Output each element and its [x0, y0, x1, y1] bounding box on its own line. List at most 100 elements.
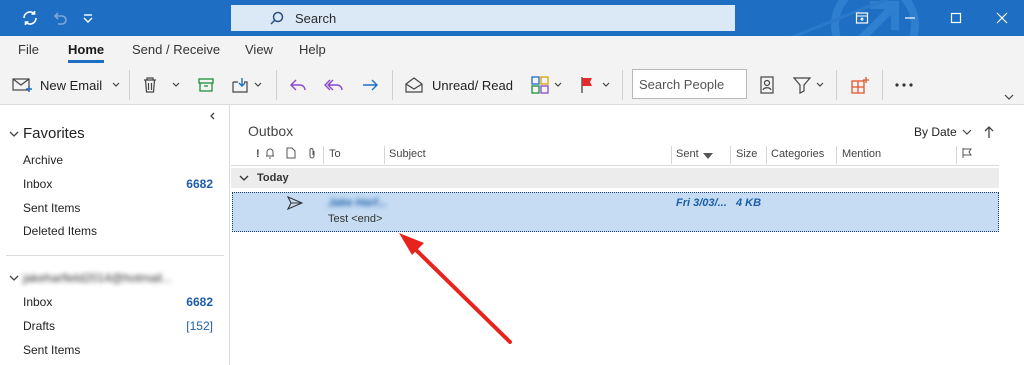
minimize-icon[interactable]	[886, 0, 934, 36]
sync-icon[interactable]	[18, 6, 42, 30]
chevron-down-icon[interactable]	[814, 80, 826, 90]
column-header: ! To Subject Sent Size Categories Mentio…	[231, 144, 999, 166]
more-options-button[interactable]	[894, 72, 914, 98]
chevron-down-icon	[9, 131, 19, 137]
unread-read-label: Unread/ Read	[432, 77, 513, 93]
undo-icon[interactable]	[48, 6, 72, 30]
reminder-icon[interactable]	[264, 147, 276, 162]
subject-column[interactable]: Subject	[389, 148, 426, 160]
archive-button[interactable]	[196, 72, 216, 98]
forward-icon	[363, 79, 378, 91]
favorites-header[interactable]: Favorites	[8, 125, 85, 142]
ribbon-display-icon[interactable]	[838, 0, 886, 36]
chevron-down-icon[interactable]	[170, 80, 182, 90]
tab-home[interactable]: Home	[68, 42, 105, 63]
title-bar: Search	[0, 0, 1024, 36]
ribbon-separator	[392, 70, 393, 100]
ribbon-separator	[622, 70, 623, 100]
account-header[interactable]: jakeharfield2014@hotmail...	[8, 271, 172, 285]
folder-sent-items[interactable]: Sent Items	[23, 343, 213, 357]
message-sent-date: Fri 3/03/...	[676, 197, 727, 209]
reply-icon	[290, 79, 306, 91]
message-row[interactable]: Jake Harf... Test <end> Fri 3/03/... 4 K…	[232, 192, 999, 232]
folder-title: Outbox	[248, 123, 294, 139]
message-size: 4 KB	[736, 197, 762, 209]
document-icon[interactable]	[285, 147, 296, 162]
add-ins-icon	[851, 77, 869, 94]
account-email: jakeharfield2014@hotmail...	[23, 271, 172, 285]
tab-send-receive[interactable]: Send / Receive	[132, 42, 220, 57]
sort-descending-icon	[703, 150, 713, 162]
ribbon-toolbar: New Email Unread/ Read Search People	[0, 64, 1024, 105]
categorize-button[interactable]	[530, 72, 564, 98]
forward-button[interactable]	[360, 72, 380, 98]
message-subject: Test <end>	[328, 213, 383, 225]
ribbon-tabs: File Home Send / Receive View Help	[0, 36, 1024, 64]
move-button[interactable]	[230, 72, 264, 98]
attachment-icon[interactable]	[307, 147, 317, 162]
sort-by-dropdown[interactable]: By Date	[914, 125, 973, 139]
sort-direction-icon[interactable]	[983, 125, 995, 142]
filter-email-button[interactable]	[792, 72, 826, 98]
mention-column[interactable]: Mention	[842, 148, 881, 160]
column-separator	[956, 146, 957, 164]
reply-all-button[interactable]	[324, 72, 346, 98]
message-to: Jake Harf...	[328, 197, 387, 209]
folder-pane: Favorites Archive Inbox 6682 Sent Items …	[0, 105, 230, 365]
follow-up-button[interactable]	[578, 72, 612, 98]
delete-button[interactable]	[140, 72, 182, 98]
customize-toolbar-icon[interactable]	[76, 6, 100, 30]
chevron-down-icon[interactable]	[252, 80, 264, 90]
categorize-icon	[531, 76, 549, 94]
importance-column[interactable]: !	[256, 148, 260, 160]
sent-column[interactable]: Sent	[676, 148, 699, 160]
get-add-ins-button[interactable]	[850, 72, 870, 98]
folder-deleted-items[interactable]: Deleted Items	[23, 224, 213, 238]
folder-label: Sent Items	[23, 201, 81, 215]
group-label: Today	[257, 172, 289, 184]
title-search-box[interactable]: Search	[231, 5, 735, 31]
collapse-pane-icon[interactable]	[208, 109, 218, 124]
size-column[interactable]: Size	[736, 148, 757, 160]
folder-label: Inbox	[23, 177, 53, 191]
move-icon	[232, 78, 248, 93]
message-list-pane: Outbox By Date ! To Subject Sent Size Ca…	[231, 105, 1024, 365]
categories-column[interactable]: Categories	[771, 148, 824, 160]
search-people-input[interactable]: Search People	[632, 69, 747, 99]
folder-label: Drafts	[23, 319, 56, 333]
close-icon[interactable]	[978, 0, 1024, 36]
unread-count: 6682	[186, 177, 213, 191]
address-book-button[interactable]	[758, 72, 776, 98]
favorites-label: Favorites	[23, 125, 85, 142]
new-email-label: New Email	[40, 77, 103, 93]
archive-icon	[198, 78, 214, 92]
address-book-icon	[760, 76, 774, 94]
chevron-down-icon[interactable]	[600, 80, 612, 90]
folder-inbox-favorite[interactable]: Inbox 6682	[23, 177, 213, 191]
folder-archive[interactable]: Archive	[23, 153, 213, 167]
folder-drafts[interactable]: Drafts [152]	[23, 319, 213, 333]
new-email-button[interactable]: New Email	[12, 72, 122, 98]
column-separator	[730, 146, 731, 164]
maximize-icon[interactable]	[932, 0, 980, 36]
folder-sent-items-favorite[interactable]: Sent Items	[23, 201, 213, 215]
folder-inbox[interactable]: Inbox 6682	[23, 295, 213, 309]
new-email-icon	[12, 78, 32, 92]
flag-status-icon[interactable]	[961, 147, 973, 162]
chevron-down-icon	[9, 275, 19, 281]
tab-file[interactable]: File	[18, 42, 39, 57]
to-column[interactable]: To	[329, 148, 341, 160]
tab-view[interactable]: View	[245, 42, 273, 57]
group-header-today[interactable]: Today	[231, 168, 999, 188]
tab-help[interactable]: Help	[299, 42, 326, 57]
chevron-down-icon[interactable]	[110, 80, 122, 90]
search-icon	[270, 11, 284, 25]
column-separator	[766, 146, 767, 164]
pane-divider	[6, 255, 224, 256]
unread-read-button[interactable]: Unread/ Read	[404, 72, 513, 98]
chevron-down-icon	[1004, 94, 1014, 100]
reply-button[interactable]	[288, 72, 308, 98]
sent-icon	[286, 195, 304, 213]
ribbon-separator	[276, 70, 277, 100]
chevron-down-icon[interactable]	[552, 80, 564, 90]
